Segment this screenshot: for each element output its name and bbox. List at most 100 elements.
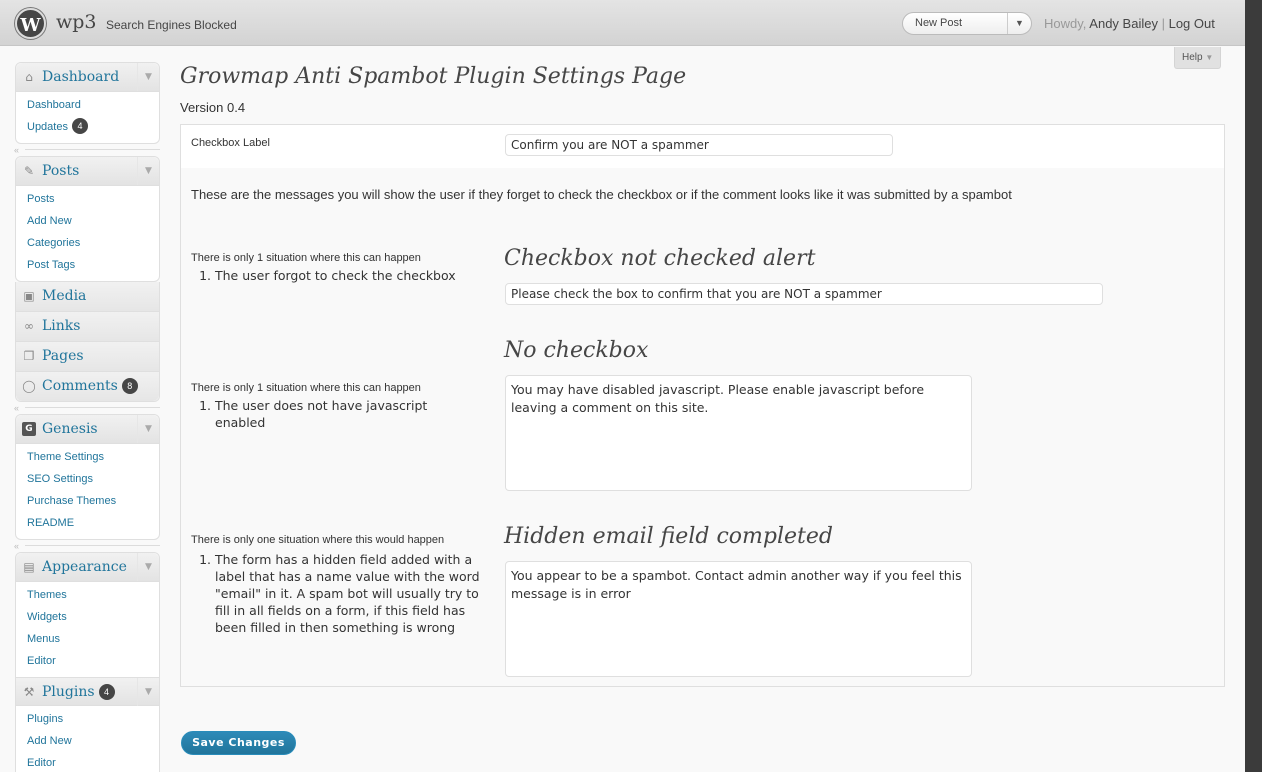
menu-top-plugins[interactable]: ⚒ Plugins 4 ▼ — [16, 677, 159, 706]
checkbox-alert-input[interactable]: Please check the box to confirm that you… — [505, 283, 1103, 305]
submenu-item-readme[interactable]: README — [27, 514, 159, 536]
genesis-icon: G — [22, 422, 36, 436]
menu-top-pages[interactable]: ❐ Pages — [16, 342, 159, 371]
admin-menu: ⌂ Dashboard ▼ Dashboard Updates 4 « ✎ Pos… — [14, 62, 160, 772]
collapse-arrow-icon[interactable]: « — [14, 145, 19, 155]
reason-item: The user forgot to check the checkbox — [215, 267, 491, 284]
howdy-text: Howdy, — [1044, 16, 1087, 31]
site-title[interactable]: wp3 — [56, 11, 97, 33]
chevron-down-icon[interactable]: ▼ — [137, 553, 159, 581]
submenu-plugins: Plugins Add New Editor — [16, 706, 159, 772]
menu-label[interactable]: Posts — [42, 163, 79, 179]
no-checkbox-textarea[interactable]: You may have disabled javascript. Please… — [505, 375, 972, 491]
checkbox-label-input[interactable]: Confirm you are NOT a spammer — [505, 134, 893, 156]
submenu-item-updates[interactable]: Updates 4 — [27, 118, 159, 140]
submenu-item-add-new[interactable]: Add New — [27, 212, 159, 234]
menu-top-posts[interactable]: ✎ Posts ▼ — [16, 157, 159, 186]
favorite-actions-label[interactable]: New Post — [915, 17, 962, 29]
comments-icon: ◯ — [22, 379, 36, 393]
submenu-dashboard: Dashboard Updates 4 — [16, 92, 159, 143]
submenu-item-posts[interactable]: Posts — [27, 190, 159, 212]
chevron-down-icon[interactable]: ▼ — [137, 63, 159, 91]
menu-posts: ✎ Posts ▼ Posts Add New Categories Post … — [15, 156, 160, 282]
submenu-label[interactable]: Updates — [27, 121, 68, 133]
heading-hidden-email-field: Hidden email field completed — [504, 524, 833, 549]
comments-count-badge: 8 — [121, 378, 138, 394]
submenu-posts: Posts Add New Categories Post Tags — [16, 186, 159, 281]
updates-count-badge: 4 — [71, 118, 88, 134]
menu-top-comments[interactable]: ◯ Comments 8 — [16, 372, 159, 401]
submenu-item-dashboard[interactable]: Dashboard — [27, 96, 159, 118]
menu-media: ▣ Media — [15, 282, 160, 312]
separator: | — [1161, 16, 1165, 31]
profile-link[interactable]: Andy Bailey — [1089, 16, 1158, 31]
chevron-down-icon[interactable]: ▼ — [1007, 13, 1031, 34]
submenu-item-editor[interactable]: Editor — [27, 652, 159, 674]
menu-top-links[interactable]: ∞ Links — [16, 312, 159, 341]
submenu-item-seo-settings[interactable]: SEO Settings — [27, 470, 159, 492]
submenu-genesis: Theme Settings SEO Settings Purchase The… — [16, 444, 159, 539]
menu-top-media[interactable]: ▣ Media — [16, 282, 159, 311]
reason-list: The user does not have javascript enable… — [215, 397, 481, 431]
chevron-down-icon[interactable]: ▼ — [137, 415, 159, 443]
settings-form: Checkbox Label Confirm you are NOT a spa… — [180, 124, 1225, 687]
menu-label[interactable]: Links — [42, 318, 80, 334]
wordpress-logo-icon[interactable]: W — [15, 8, 46, 39]
checkbox-label-title: Checkbox Label — [191, 137, 270, 149]
divider — [25, 545, 160, 546]
menu-genesis: G Genesis ▼ Theme Settings SEO Settings … — [15, 414, 160, 540]
menu-separator: « — [14, 540, 160, 552]
menu-label[interactable]: Dashboard — [42, 69, 119, 85]
heading-checkbox-not-checked: Checkbox not checked alert — [504, 246, 816, 271]
submenu-item-post-tags[interactable]: Post Tags — [27, 256, 159, 278]
hidden-email-textarea[interactable]: You appear to be a spambot. Contact admi… — [505, 561, 972, 677]
submenu-item-add-new[interactable]: Add New — [27, 732, 159, 754]
scrollbar[interactable] — [1245, 0, 1262, 772]
logout-link[interactable]: Log Out — [1169, 16, 1215, 31]
submenu-item-menus[interactable]: Menus — [27, 630, 159, 652]
menu-label[interactable]: Plugins — [42, 684, 95, 700]
chevron-down-icon[interactable]: ▼ — [1205, 53, 1213, 62]
menu-label[interactable]: Pages — [42, 348, 84, 364]
menu-label[interactable]: Media — [42, 288, 86, 304]
collapse-arrow-icon[interactable]: « — [14, 403, 19, 413]
save-changes-button[interactable]: Save Changes — [181, 731, 296, 755]
chevron-down-icon[interactable]: ▼ — [137, 678, 159, 706]
menu-top-appearance[interactable]: ▤ Appearance ▼ — [16, 553, 159, 582]
situation-text: There is only 1 situation where this can… — [191, 382, 421, 394]
pin-icon: ✎ — [23, 164, 35, 178]
menu-top-dashboard[interactable]: ⌂ Dashboard ▼ — [16, 63, 159, 92]
submenu-item-categories[interactable]: Categories — [27, 234, 159, 256]
intro-text: These are the messages you will show the… — [191, 187, 1012, 202]
menu-label[interactable]: Comments — [42, 378, 118, 394]
admin-header: W wp3 Search Engines Blocked New Post ▼ … — [0, 0, 1245, 46]
reason-list: The user forgot to check the checkbox — [215, 267, 491, 284]
divider — [25, 407, 160, 408]
menu-separator: « — [14, 144, 160, 156]
help-tab[interactable]: Help ▼ — [1174, 47, 1221, 69]
favorite-actions-dropdown[interactable]: New Post ▼ — [902, 12, 1032, 35]
submenu-item-editor[interactable]: Editor — [27, 754, 159, 772]
pages-icon: ❐ — [23, 349, 35, 363]
plugins-count-badge: 4 — [98, 684, 115, 700]
menu-label[interactable]: Appearance — [42, 559, 127, 575]
submenu-item-plugins[interactable]: Plugins — [27, 710, 159, 732]
site-status: Search Engines Blocked — [106, 18, 237, 32]
submenu-item-widgets[interactable]: Widgets — [27, 608, 159, 630]
situation-text: There is only 1 situation where this can… — [191, 252, 421, 264]
chevron-down-icon[interactable]: ▼ — [137, 157, 159, 185]
reason-item: The user does not have javascript enable… — [215, 397, 481, 431]
situation-note-1: There is only 1 situation where this can… — [191, 250, 491, 284]
appearance-icon: ▤ — [23, 560, 35, 574]
submenu-item-themes[interactable]: Themes — [27, 586, 159, 608]
submenu-item-purchase-themes[interactable]: Purchase Themes — [27, 492, 159, 514]
menu-top-genesis[interactable]: G Genesis ▼ — [16, 415, 159, 444]
reason-item: The form has a hidden field added with a… — [215, 551, 487, 636]
help-label[interactable]: Help — [1182, 52, 1203, 63]
situation-note-2: There is only 1 situation where this can… — [191, 380, 481, 431]
menu-comments: ◯ Comments 8 — [15, 372, 160, 402]
menu-label[interactable]: Genesis — [42, 421, 98, 437]
submenu-item-theme-settings[interactable]: Theme Settings — [27, 448, 159, 470]
situation-text: There is only one situation where this w… — [191, 534, 445, 546]
collapse-arrow-icon[interactable]: « — [14, 541, 19, 551]
